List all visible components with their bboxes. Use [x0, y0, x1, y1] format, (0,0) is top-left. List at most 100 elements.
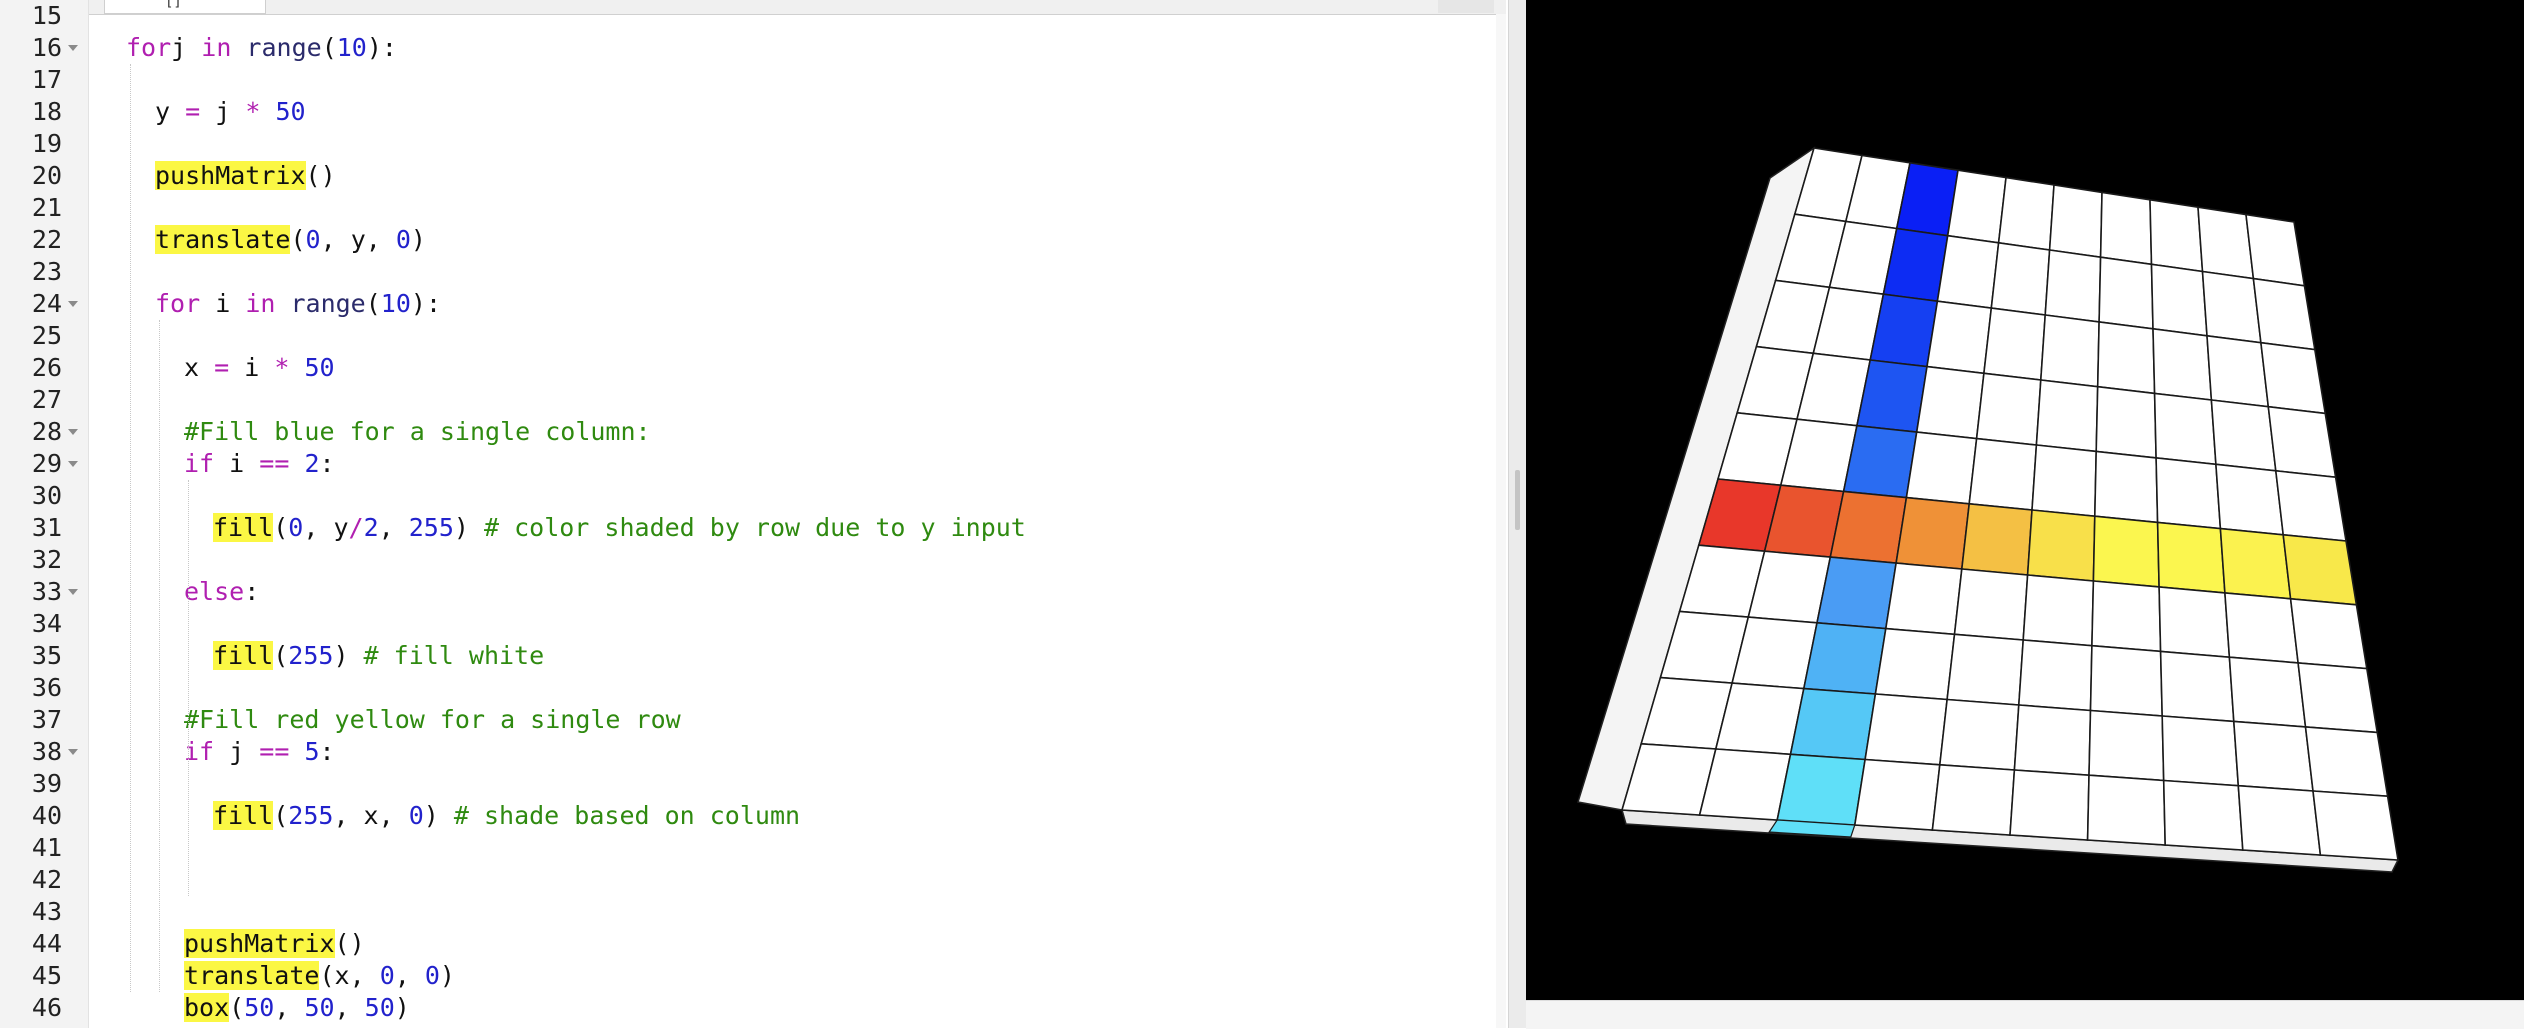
line-number: 19: [31, 129, 62, 158]
grid-cell: [2086, 774, 2167, 846]
code-token: *: [274, 353, 290, 382]
grid-cell: [2289, 597, 2368, 670]
line-number: 31: [31, 513, 62, 542]
grid-cell: [1895, 496, 1971, 570]
grid-cell: [2089, 644, 2164, 717]
sketch-footer: [1526, 1000, 2524, 1029]
grid-cell: [2297, 662, 2379, 734]
code-line[interactable]: x = i * 50: [184, 352, 335, 384]
line-number: 37: [31, 705, 62, 734]
grid-cell: [2245, 213, 2306, 287]
grid-cell: [2044, 249, 2102, 323]
grid-cell: [2035, 379, 2099, 453]
grid-cell: [2026, 509, 2096, 582]
code-line[interactable]: #Fill blue for a single column:: [184, 416, 651, 448]
code-token: :: [319, 737, 335, 766]
code-line[interactable]: forj in range(10):: [126, 32, 397, 64]
code-token: ): [453, 513, 484, 542]
fold-arrow-icon[interactable]: [68, 429, 78, 435]
grid-cell: [1853, 758, 1941, 831]
grid-cell: [1714, 682, 1805, 756]
line-number: 16: [31, 33, 62, 62]
fold-arrow-icon[interactable]: [68, 301, 78, 307]
grid-cell: [2098, 256, 2154, 330]
code-line[interactable]: fill(255) # fill white: [213, 640, 544, 672]
grid-cell: [2152, 327, 2213, 401]
editor-tab[interactable]: []: [104, 0, 266, 14]
grid-cell: [2224, 592, 2300, 664]
code-token: 50: [304, 353, 335, 382]
code-token: 255: [288, 641, 334, 670]
line-number: 18: [31, 97, 62, 126]
fold-arrow-icon[interactable]: [68, 45, 78, 51]
code-line[interactable]: #Fill red yellow for a single row: [184, 704, 681, 736]
grid-cell: [2232, 720, 2314, 792]
code-line[interactable]: pushMatrix(): [184, 928, 365, 960]
editor-scrollbar[interactable]: [1496, 14, 1506, 1028]
fold-arrow-icon[interactable]: [68, 589, 78, 595]
code-editor[interactable]: [] 15 16 17 18 19 20 21 22 23 24 25 26 27 28 29 30 31 32 3…: [0, 0, 1508, 1028]
line-number: 29: [31, 449, 62, 478]
code-line[interactable]: else:: [184, 576, 259, 608]
code-line[interactable]: if j == 5:: [184, 736, 335, 768]
code-token: 0: [424, 961, 440, 990]
grid-cell: [1931, 763, 2016, 836]
grid-cell: [1884, 562, 1963, 636]
code-line[interactable]: fill(255, x, 0) # shade based on column: [213, 800, 800, 832]
fold-arrow-icon[interactable]: [68, 461, 78, 467]
pane-splitter[interactable]: [1508, 0, 1528, 1028]
grid-cell: [1874, 627, 1956, 701]
code-token: :: [244, 577, 260, 606]
code-line[interactable]: translate(x, 0, 0): [184, 960, 455, 992]
line-number: 23: [31, 257, 62, 286]
line-number: 43: [31, 897, 62, 926]
code-line[interactable]: box(50, 50, 50): [184, 992, 410, 1024]
code-line[interactable]: translate(0, y, 0): [155, 224, 426, 256]
line-number: 22: [31, 225, 62, 254]
code-token: ,: [394, 961, 425, 990]
code-token: ):: [366, 33, 397, 62]
highlighted-function: fill: [213, 801, 274, 830]
grid-cell: [2161, 715, 2240, 787]
highlighted-function: fill: [213, 641, 274, 670]
grid-cell: [2039, 314, 2100, 388]
code-token: j: [214, 737, 260, 766]
splitter-grip[interactable]: [1515, 470, 1520, 530]
line-number: 24: [31, 289, 62, 318]
grid-cell: [2156, 521, 2226, 594]
code-line[interactable]: if i == 2:: [184, 448, 335, 480]
code-token: 2: [304, 449, 320, 478]
grid-cell: [2237, 784, 2322, 856]
line-number: 30: [31, 481, 62, 510]
grid-cell: [1842, 424, 1918, 499]
line-number: 39: [31, 769, 62, 798]
code-token: (: [321, 33, 337, 62]
grid-cell: [1789, 687, 1877, 761]
line-number: 40: [31, 801, 62, 830]
code-token: ,: [378, 513, 409, 542]
code-line[interactable]: fill(0, y/2, 255) # color shaded by row …: [213, 512, 1026, 544]
code-token: 50: [364, 993, 395, 1022]
line-number: 15: [31, 1, 62, 30]
code-token: =: [214, 353, 230, 382]
grid-cell: [1990, 241, 2051, 316]
code-line[interactable]: y = j * 50: [155, 96, 306, 128]
grid-cell: [2155, 457, 2222, 530]
grid-cell: [2153, 392, 2217, 466]
code-token: =: [185, 97, 201, 126]
grid-cell: [2252, 277, 2316, 351]
grid-cell: [1905, 431, 1978, 505]
code-token: (: [273, 513, 289, 542]
line-number: 33: [31, 577, 62, 606]
code-token: y: [155, 97, 186, 126]
editor-tab-label: []: [165, 0, 182, 10]
fold-arrow-icon[interactable]: [68, 749, 78, 755]
code-token: range: [275, 289, 366, 318]
code-token: i: [214, 449, 260, 478]
code-line[interactable]: for i in range(10):: [155, 288, 441, 320]
code-line[interactable]: pushMatrix(): [155, 160, 336, 192]
grid-cell: [2201, 270, 2262, 344]
grid-cell: [1953, 568, 2029, 641]
